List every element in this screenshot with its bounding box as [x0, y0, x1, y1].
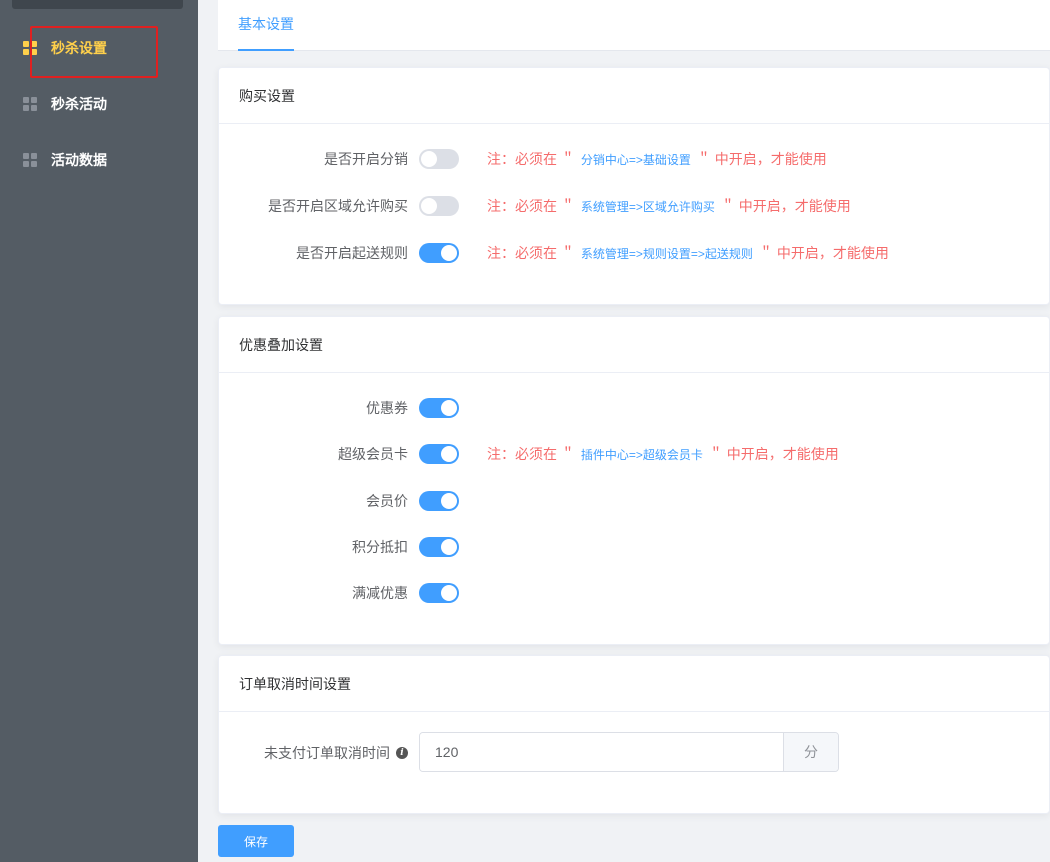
order-cancel-card: 订单取消时间设置 未支付订单取消时间i 分 [218, 655, 1050, 814]
setting-note: 注：必须在 ＂分销中心=>基础设置＂ 中开启，才能使用 [487, 151, 827, 167]
tab-basic-settings[interactable]: 基本设置 [238, 0, 294, 51]
setting-label: 超级会员卡 [338, 446, 408, 462]
card-title: 优惠叠加设置 [219, 317, 1049, 373]
setting-row-delivery-rules: 是否开启起送规则 注：必须在 ＂系统管理=>规则设置=>起送规则＂ 中开启，才能… [219, 240, 1050, 266]
main-content: 基本设置 购买设置 是否开启分销 注：必须在 ＂分销中心=>基础设置＂ 中开启，… [198, 0, 1050, 862]
distribution-toggle[interactable] [419, 149, 459, 169]
setting-label: 积分抵扣 [352, 539, 408, 555]
setting-row-member-price: 会员价 [219, 488, 1050, 514]
full-reduction-toggle[interactable] [419, 583, 459, 603]
card-title: 订单取消时间设置 [219, 656, 1049, 712]
region-purchase-toggle[interactable] [419, 196, 459, 216]
setting-label: 是否开启分销 [324, 151, 408, 167]
sidebar-item-seckill-settings[interactable]: 秒杀设置 [0, 20, 198, 76]
setting-label: 是否开启区域允许购买 [268, 198, 408, 214]
super-member-card-toggle[interactable] [419, 444, 459, 464]
tab-bar: 基本设置 [218, 0, 1050, 51]
sidebar-item-label: 活动数据 [51, 152, 107, 168]
setting-row-points-deduction: 积分抵扣 [219, 534, 1050, 560]
grid-icon [23, 153, 37, 167]
setting-note: 注：必须在 ＂系统管理=>区域允许购买＂ 中开启，才能使用 [487, 198, 851, 214]
sidebar-item-label: 秒杀活动 [51, 96, 107, 112]
points-deduction-toggle[interactable] [419, 537, 459, 557]
sidebar: 秒杀设置 秒杀活动 活动数据 [0, 0, 198, 862]
sidebar-top-bar [12, 0, 183, 9]
purchase-settings-card: 购买设置 是否开启分销 注：必须在 ＂分销中心=>基础设置＂ 中开启，才能使用 … [218, 67, 1050, 305]
delivery-rules-toggle[interactable] [419, 243, 459, 263]
setting-row-super-member-card: 超级会员卡 注：必须在 ＂插件中心=>超级会员卡＂ 中开启，才能使用 [219, 441, 1050, 467]
card-title: 购买设置 [219, 68, 1049, 124]
sidebar-item-label: 秒杀设置 [51, 40, 107, 56]
cancel-time-input-group: 分 [419, 732, 839, 772]
save-button[interactable]: 保存 [218, 825, 294, 857]
sidebar-item-seckill-activity[interactable]: 秒杀活动 [0, 76, 198, 132]
grid-icon [23, 41, 37, 55]
note-link[interactable]: 系统管理=>规则设置=>起送规则 [581, 247, 753, 261]
setting-label: 满减优惠 [352, 585, 408, 601]
grid-icon [23, 97, 37, 111]
setting-label: 未支付订单取消时间 i [264, 743, 408, 763]
setting-label: 是否开启起送规则 [296, 245, 408, 261]
setting-row-coupon: 优惠券 [219, 395, 1050, 421]
member-price-toggle[interactable] [419, 491, 459, 511]
info-icon[interactable]: i [396, 747, 408, 759]
note-link[interactable]: 插件中心=>超级会员卡 [581, 448, 703, 462]
discount-stacking-card: 优惠叠加设置 优惠券 超级会员卡 注：必须在 ＂插件中心=>超级会员卡＂ 中开启… [218, 316, 1050, 645]
coupon-toggle[interactable] [419, 398, 459, 418]
setting-label: 优惠券 [366, 400, 408, 416]
note-link[interactable]: 系统管理=>区域允许购买 [581, 200, 715, 214]
setting-row-full-reduction: 满减优惠 [219, 580, 1050, 606]
note-link[interactable]: 分销中心=>基础设置 [581, 153, 691, 167]
setting-row-region-purchase: 是否开启区域允许购买 注：必须在 ＂系统管理=>区域允许购买＂ 中开启，才能使用 [219, 193, 1050, 219]
setting-row-distribution: 是否开启分销 注：必须在 ＂分销中心=>基础设置＂ 中开启，才能使用 [219, 146, 1050, 172]
unit-suffix: 分 [783, 733, 838, 771]
cancel-time-input[interactable] [420, 733, 783, 771]
setting-note: 注：必须在 ＂系统管理=>规则设置=>起送规则＂ 中开启，才能使用 [487, 245, 889, 261]
setting-row-cancel-time: 未支付订单取消时间i 分 [219, 732, 1050, 772]
setting-note: 注：必须在 ＂插件中心=>超级会员卡＂ 中开启，才能使用 [487, 446, 839, 462]
sidebar-item-activity-data[interactable]: 活动数据 [0, 132, 198, 188]
setting-label: 会员价 [366, 493, 408, 509]
